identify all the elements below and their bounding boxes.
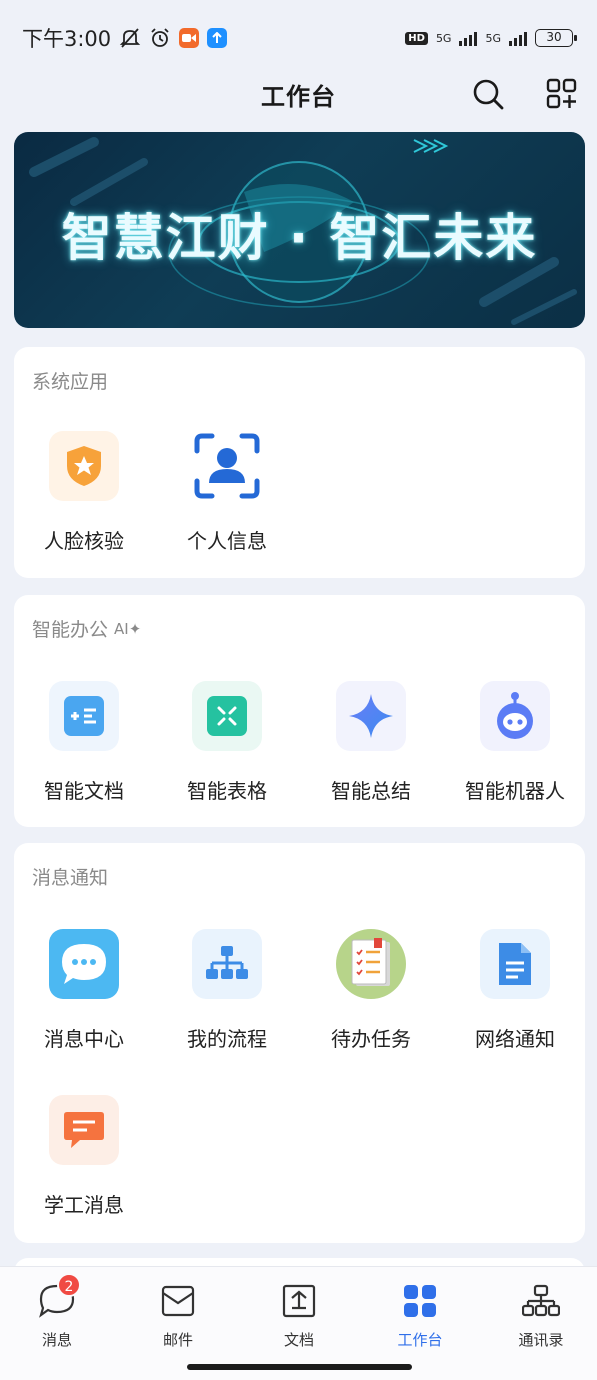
app-smart-robot[interactable]: 智能机器人 [445,681,585,804]
robot-icon [480,681,550,751]
add-app-icon[interactable] [544,76,580,112]
sparkle-icon [336,681,406,751]
status-time: 下午3:00 [22,27,112,51]
battery-indicator: 30 [535,29,577,47]
app-message-center[interactable]: 消息中心 [14,929,154,1052]
app-label: 消息中心 [44,1027,124,1051]
mail-icon [158,1281,198,1321]
tab-label: 文档 [283,1331,314,1349]
doc-folder-icon [279,1281,319,1321]
app-label: 学工消息 [44,1193,124,1217]
mute-icon [119,27,141,49]
tab-workbench[interactable]: 工作台 [360,1281,480,1350]
face-scan-icon [192,431,262,501]
home-indicator[interactable] [187,1364,412,1370]
app-label: 智能文档 [44,779,124,803]
chat-icon: 2 [37,1273,81,1321]
page-title: 工作台 [261,82,336,111]
document-icon [480,929,550,999]
search-icon[interactable] [470,76,506,112]
org-chart-icon [192,929,262,999]
upload-app-icon [207,28,228,48]
app-label: 我的流程 [187,1027,267,1051]
app-my-workflow[interactable]: 我的流程 [157,929,297,1052]
section-system-apps: 系统应用 人脸核验 个人信息 [14,347,585,578]
app-header: 工作台 [0,64,597,124]
signal-icon [509,30,527,46]
app-label: 个人信息 [187,529,267,553]
section-title: 消息通知 [32,867,109,889]
signal-icon [459,30,478,46]
app-student-affairs-message[interactable]: 学工消息 [14,1095,154,1218]
ai-tag: AI✦ [114,619,142,638]
chat-bubble-icon [49,929,119,999]
tab-label: 工作台 [397,1331,443,1349]
tab-docs[interactable]: 文档 [239,1281,359,1350]
section-smart-office: 智能办公 AI✦ 智能文档 智能表格 智能总结 智能机器人 [14,595,585,827]
section-notifications: 消息通知 消息中心 我的流程 待办任务 网络通知 学工消息 [14,843,585,1243]
grid-icon [400,1281,440,1321]
app-face-verify[interactable]: 人脸核验 [14,431,154,554]
video-app-icon [179,28,200,48]
app-todo-tasks[interactable]: 待办任务 [301,929,441,1052]
app-label: 智能总结 [331,779,411,803]
shield-star-icon [49,431,119,501]
tab-label: 通讯录 [518,1331,564,1349]
tab-label: 邮件 [162,1331,193,1349]
app-smart-summary[interactable]: 智能总结 [301,681,441,804]
banner-slogan: 智慧江财 · 智汇未来 [61,209,538,267]
promo-banner[interactable]: 智慧江财 · 智汇未来 [14,132,585,328]
network-label-right: 5G [485,31,501,45]
bottom-tab-bar: 2 消息 邮件 文档 工作台 通讯录 [0,1266,597,1380]
app-label: 人脸核验 [44,529,124,553]
app-label: 待办任务 [331,1027,411,1051]
task-list-icon [336,929,406,999]
app-personal-info[interactable]: 个人信息 [157,431,297,554]
tab-messages[interactable]: 2 消息 [0,1273,117,1350]
hd-icon: HD [405,31,428,45]
tab-label: 消息 [41,1331,72,1349]
smart-table-icon [192,681,262,751]
alarm-icon [149,27,171,49]
app-label: 网络通知 [475,1027,555,1051]
app-label: 智能机器人 [465,779,565,803]
network-label-left: 5G [435,31,452,45]
tab-mail[interactable]: 邮件 [118,1281,238,1350]
smart-doc-icon [49,681,119,751]
unread-badge: 2 [57,1273,81,1297]
app-network-notice[interactable]: 网络通知 [445,929,585,1052]
message-icon [49,1095,119,1165]
app-smart-doc[interactable]: 智能文档 [14,681,154,804]
org-structure-icon [521,1281,561,1321]
app-label: 智能表格 [187,779,267,803]
tab-contacts[interactable]: 通讯录 [481,1281,597,1350]
section-title: 系统应用 [32,371,109,393]
section-title: 智能办公 AI✦ [32,619,142,641]
app-smart-table[interactable]: 智能表格 [157,681,297,804]
